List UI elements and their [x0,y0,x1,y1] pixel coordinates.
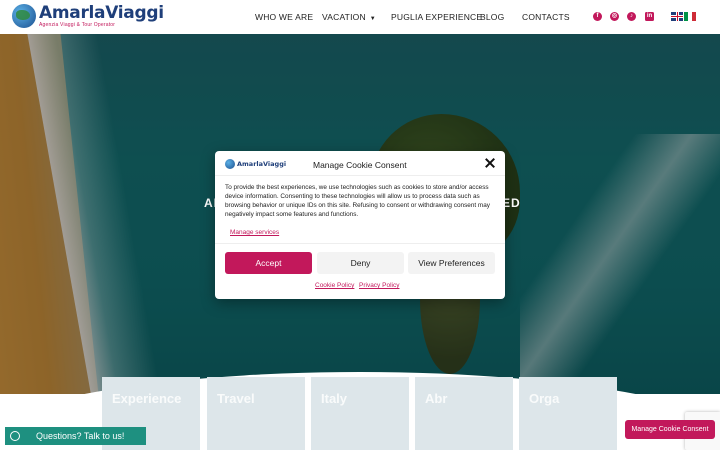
dialog-logo: AmarlaViaggi [225,159,286,169]
dialog-title: Manage Cookie Consent [313,160,407,170]
manage-cookie-consent-button[interactable]: Manage Cookie Consent [625,420,715,439]
nav-item-vacation[interactable]: VACATION ▼ [322,12,376,22]
dialog-body-text: To provide the best experiences, we use … [225,184,490,218]
linkedin-icon[interactable]: in [645,12,654,21]
category-tile[interactable]: Italy [311,377,409,450]
accept-button[interactable]: Accept [225,252,312,274]
deny-button[interactable]: Deny [317,252,404,274]
nav-item-who-we-are[interactable]: WHO WE ARE [255,12,313,22]
cookie-consent-dialog: AmarlaViaggi Manage Cookie Consent To pr… [215,151,505,299]
category-tile[interactable]: Abr [415,377,513,450]
site-logo[interactable]: AmarlaViaggi Agenzia Viaggi & Tour Opera… [12,4,164,28]
tiktok-icon[interactable]: ♪ [627,12,636,21]
nav-item-puglia-experience[interactable]: PUGLIA EXPERIENCE [391,12,482,22]
divider [215,175,505,176]
view-preferences-button[interactable]: View Preferences [408,252,495,274]
divider [215,243,505,244]
italy-flag-icon[interactable] [684,12,696,21]
nav-item-contacts[interactable]: CONTACTS [522,12,570,22]
whatsapp-chat-button[interactable]: Questions? Talk to us! [5,427,146,445]
nav-item-blog[interactable]: BLOG [480,12,504,22]
site-header: AmarlaViaggi Agenzia Viaggi & Tour Opera… [0,0,720,34]
caret-down-icon: ▼ [369,16,376,22]
category-tile[interactable]: Orga [519,377,617,450]
brand-tagline: Agenzia Viaggi & Tour Operator [39,21,116,28]
close-icon[interactable] [485,158,495,168]
brand-name: AmarlaViaggi [39,2,164,23]
whatsapp-icon [10,431,20,441]
globe-logo-icon [12,4,36,28]
uk-flag-icon[interactable] [671,12,683,21]
facebook-icon[interactable]: f [593,12,602,21]
category-tile[interactable]: Travel [207,377,305,450]
instagram-icon[interactable]: ◎ [610,12,619,21]
globe-logo-icon [225,159,235,169]
cookie-policy-link[interactable]: Cookie Policy [315,282,354,289]
privacy-policy-link[interactable]: Privacy Policy [359,282,399,289]
whatsapp-label: Questions? Talk to us! [36,431,125,441]
manage-services-link[interactable]: Manage services [230,229,279,236]
